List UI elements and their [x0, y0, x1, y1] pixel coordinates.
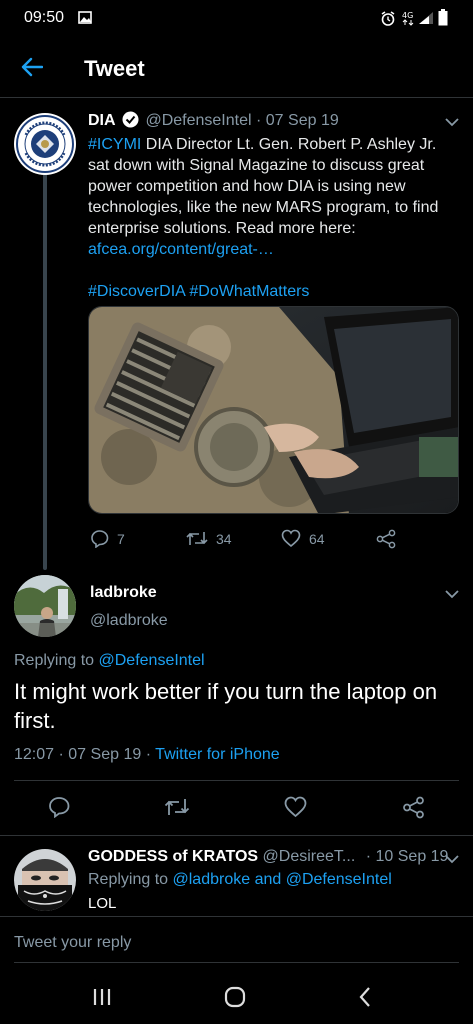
- reply-action[interactable]: 7: [90, 529, 125, 548]
- goddess-avatar[interactable]: [14, 849, 76, 911]
- signal-icon: [419, 12, 433, 24]
- tweet-media-image[interactable]: [88, 306, 459, 514]
- home-icon[interactable]: [224, 986, 246, 1008]
- retweet-icon[interactable]: [164, 796, 190, 818]
- dia-avatar[interactable]: [14, 113, 76, 175]
- retweet-count: 34: [216, 530, 232, 547]
- article-link[interactable]: afcea.org/content/great-…: [88, 241, 274, 258]
- replying-to-label: Replying to: [88, 871, 173, 888]
- replying-to-handles[interactable]: @ladbroke and @DefenseIntel: [173, 871, 392, 888]
- separator-dot: ·: [256, 112, 262, 129]
- status-time: 09:50: [24, 9, 65, 26]
- reply-icon[interactable]: [48, 796, 70, 818]
- reply-author-handle[interactable]: @ladbroke: [90, 612, 168, 630]
- page-title: Tweet: [84, 56, 145, 81]
- author-handle[interactable]: @DefenseIntel: [145, 112, 251, 129]
- next-reply-header: GODDESS of KRATOS @DesireeT... · 10 Sep …: [88, 848, 448, 866]
- like-action[interactable]: 64: [281, 529, 325, 548]
- reply-icon: [91, 530, 109, 548]
- reply-text: It might work better if you turn the lap…: [14, 679, 438, 733]
- back-arrow-icon[interactable]: [21, 57, 43, 77]
- divider: [0, 835, 473, 836]
- hashtag-icymi[interactable]: #ICYMI: [88, 136, 141, 153]
- thread-connector-line: [43, 170, 47, 570]
- reply-date: 07 Sep 19: [68, 746, 142, 763]
- next-reply-text: LOL: [88, 895, 117, 912]
- verified-badge-icon: [122, 111, 139, 128]
- reply-action-bar: [0, 792, 473, 822]
- replying-to-handle[interactable]: @DefenseIntel: [99, 652, 205, 669]
- reply-compose-input[interactable]: Tweet your reply: [14, 934, 131, 952]
- chevron-down-icon[interactable]: [444, 589, 460, 599]
- next-reply-date: 10 Sep 19: [375, 848, 449, 865]
- tweet-action-bar: 7 34 64: [0, 526, 473, 550]
- reply-meta: 12:07 · 07 Sep 19 · Twitter for iPhone: [14, 746, 280, 764]
- ladbroke-avatar[interactable]: [14, 575, 76, 637]
- separator-dot: ·: [58, 746, 64, 763]
- compose-underline: [14, 962, 459, 963]
- reply-author-name[interactable]: ladbroke: [90, 584, 157, 602]
- svg-text:4G: 4G: [402, 11, 413, 20]
- battery-icon: [438, 9, 448, 26]
- chevron-down-icon[interactable]: [444, 854, 460, 864]
- status-bar: 09:50 4G: [0, 0, 473, 36]
- reply-source[interactable]: Twitter for iPhone: [155, 746, 280, 763]
- system-nav-bar: [0, 966, 473, 1024]
- tweet-date: 07 Sep 19: [265, 112, 339, 129]
- hashtag-discoverdia[interactable]: #DiscoverDIA: [88, 283, 185, 300]
- replying-to-label: Replying to: [14, 652, 99, 669]
- hashtag-dowhatmatters[interactable]: #DoWhatMatters: [189, 283, 309, 300]
- heart-icon: [281, 529, 301, 548]
- back-icon[interactable]: [358, 986, 372, 1008]
- reply-time: 12:07: [14, 746, 55, 763]
- tweet-body: #ICYMI DIA Director Lt. Gen. Robert P. A…: [88, 134, 448, 302]
- author-name[interactable]: DIA: [88, 112, 116, 129]
- tweet-text: DIA Director Lt. Gen. Robert P. Ashley J…: [88, 136, 439, 237]
- tweet-header: DIA @DefenseIntel · 07 Sep 19: [88, 111, 339, 130]
- next-reply-replying-to: Replying to @ladbroke and @DefenseIntel: [88, 871, 392, 889]
- share-icon[interactable]: [376, 529, 396, 549]
- chevron-down-icon[interactable]: [444, 117, 460, 127]
- retweet-icon: [186, 532, 208, 545]
- app-header: Tweet: [0, 36, 473, 98]
- share-icon[interactable]: [402, 796, 425, 819]
- ladbroke-profile-photo: [14, 575, 76, 637]
- divider: [0, 916, 473, 917]
- gallery-notification-icon: [78, 11, 92, 24]
- next-reply-author-name[interactable]: GODDESS of KRATOS: [88, 848, 258, 865]
- reply-count: 7: [117, 530, 125, 547]
- retweet-action[interactable]: 34: [186, 529, 232, 548]
- separator-dot: ·: [365, 848, 372, 865]
- divider: [14, 780, 459, 781]
- separator-dot: ·: [145, 746, 152, 763]
- soldier-laptop-photo: [89, 307, 458, 513]
- heart-icon[interactable]: [284, 796, 307, 818]
- replying-to-line: Replying to @DefenseIntel: [14, 652, 205, 670]
- data-4g-icon: 4G: [402, 11, 414, 26]
- goddess-profile-photo: [14, 849, 76, 911]
- recent-apps-icon[interactable]: [92, 988, 112, 1006]
- alarm-icon: [381, 11, 395, 26]
- like-count: 64: [309, 530, 325, 547]
- next-reply-handle[interactable]: @DesireeT...: [263, 848, 356, 865]
- dia-seal-icon: [16, 115, 74, 173]
